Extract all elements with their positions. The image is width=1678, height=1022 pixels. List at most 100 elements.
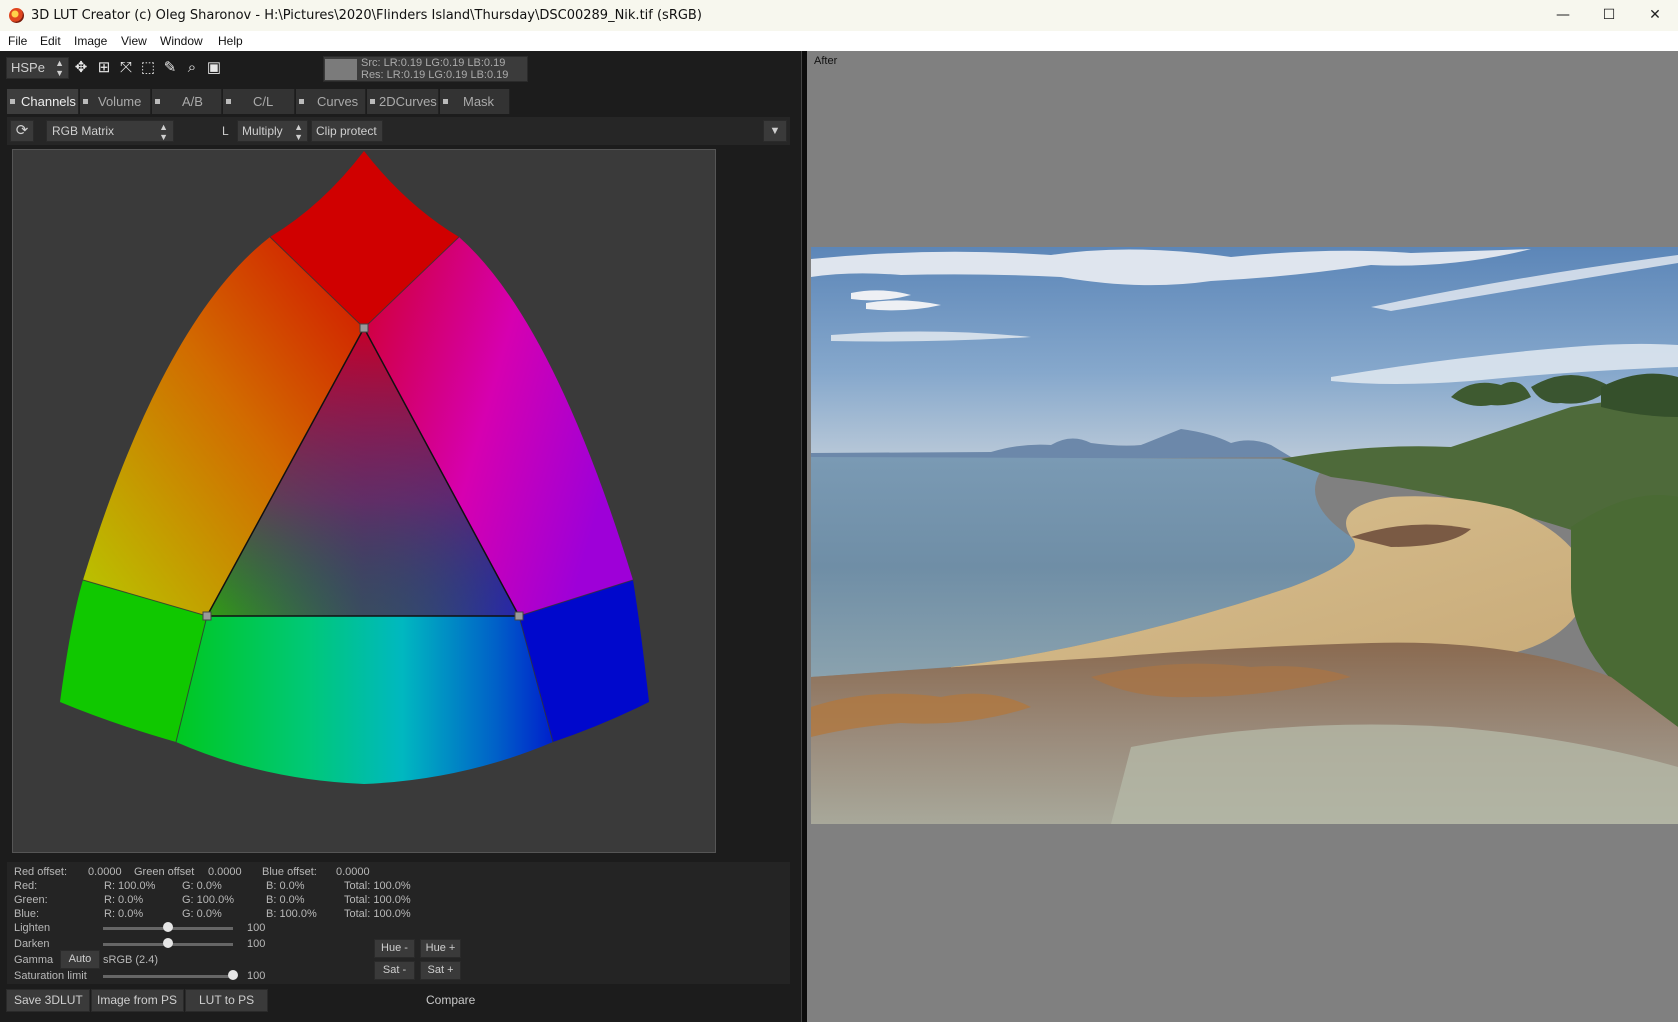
lighten-value: 100 [247, 922, 266, 934]
darken-value: 100 [247, 938, 266, 950]
blend-select[interactable]: Multiply ▲ ▼ [237, 120, 308, 142]
gamma-auto-button[interactable]: Auto [60, 950, 100, 969]
green-row-g: G: 100.0% [182, 894, 234, 906]
color-readout: Src: LR:0.19 LG:0.19 LB:0.19 Res: LR:0.1… [323, 56, 528, 82]
tab-ab-label: A/B [182, 94, 203, 109]
sat-minus-button[interactable]: Sat - [374, 961, 415, 980]
mode-select[interactable]: HSPe ▲ ▼ [6, 57, 69, 79]
lighten-slider-knob[interactable] [163, 922, 173, 932]
blue-row-total: Total: 100.0% [344, 908, 411, 920]
tab-mask-label: Mask [463, 94, 495, 109]
mode-select-value: HSPe [11, 60, 45, 75]
matrix-select[interactable]: RGB Matrix ▲ ▼ [46, 120, 174, 142]
menu-view[interactable]: View [121, 34, 147, 48]
blue-row-label: Blue: [14, 908, 40, 920]
darken-label: Darken [14, 938, 50, 950]
tab-2dcurves[interactable]: 2DCurves [367, 89, 439, 114]
tab-indicator [299, 99, 304, 104]
tab-indicator [370, 99, 375, 104]
image-from-ps-button[interactable]: Image from PS [91, 989, 184, 1012]
tab-ab[interactable]: A/B [152, 89, 222, 114]
menu-image[interactable]: Image [74, 34, 107, 48]
tab-cl[interactable]: C/L [223, 89, 295, 114]
tab-volume[interactable]: Volume [80, 89, 151, 114]
green-row-total: Total: 100.0% [344, 894, 411, 906]
green-row-b: B: 0.0% [266, 894, 305, 906]
close-button[interactable]: ✕ [1632, 0, 1678, 31]
lighten-label: Lighten [14, 922, 51, 934]
selection-icon[interactable]: ⬚ [139, 57, 157, 79]
fit-icon[interactable]: ⊞ [95, 57, 113, 79]
sat-plus-button[interactable]: Sat + [420, 961, 461, 980]
src-readout: Src: LR:0.19 LG:0.19 LB:0.19 [361, 57, 506, 69]
saturation-limit-value: 100 [247, 970, 266, 982]
blend-select-value: Multiply [242, 124, 283, 138]
move-icon[interactable]: ✥ [72, 57, 90, 79]
blue-row-b: B: 100.0% [266, 908, 317, 920]
zoom-icon[interactable]: ⌕ [183, 57, 201, 79]
gamma-label: Gamma [14, 954, 54, 966]
blue-handle[interactable] [514, 611, 524, 621]
gamma-value: sRGB (2.4) [103, 954, 159, 966]
eyedropper-icon[interactable]: ✎ [161, 57, 179, 79]
red-offset-value[interactable]: 0.0000 [88, 866, 122, 878]
saturation-limit-slider[interactable] [103, 975, 233, 978]
minimize-button[interactable]: — [1540, 0, 1586, 31]
hue-plus-button[interactable]: Hue + [420, 939, 461, 958]
green-handle[interactable] [202, 611, 212, 621]
select-arrows-icon: ▲ ▼ [294, 122, 303, 142]
menu-window[interactable]: Window [160, 34, 203, 48]
hue-minus-button[interactable]: Hue - [374, 939, 415, 958]
tab-mask[interactable]: Mask [440, 89, 510, 114]
menu-help[interactable]: Help [218, 34, 243, 48]
window-title: 3D LUT Creator (c) Oleg Sharonov - H:\Pi… [31, 8, 702, 23]
red-row-total: Total: 100.0% [344, 880, 411, 892]
title-bar: 3D LUT Creator (c) Oleg Sharonov - H:\Pi… [0, 0, 1678, 31]
dropdown-icon[interactable]: ▼ [763, 120, 787, 142]
tab-indicator [83, 99, 88, 104]
red-offset-label: Red offset: [14, 866, 67, 878]
compare-button[interactable]: Compare [426, 993, 475, 1007]
channel-canvas[interactable] [12, 149, 716, 853]
frame-icon[interactable]: ▣ [205, 57, 223, 79]
bottom-cyan-region [176, 616, 553, 784]
blue-offset-label: Blue offset: [262, 866, 317, 878]
maximize-button[interactable]: ☐ [1586, 0, 1632, 31]
menu-edit[interactable]: Edit [40, 34, 61, 48]
blue-row-g: G: 0.0% [182, 908, 222, 920]
tab-indicator [226, 99, 231, 104]
green-offset-value[interactable]: 0.0000 [208, 866, 242, 878]
collapse-icon[interactable]: ⤧ [117, 57, 135, 79]
matrix-select-value: RGB Matrix [52, 124, 115, 138]
menu-bar: File Edit Image View Window Help [0, 31, 1678, 51]
app-logo-icon [9, 8, 24, 23]
green-offset-label: Green offset [134, 866, 195, 878]
darken-slider-knob[interactable] [163, 938, 173, 948]
reset-icon[interactable]: ⟳ [10, 120, 34, 142]
lut-to-ps-button[interactable]: LUT to PS [185, 989, 268, 1012]
saturation-limit-label: Saturation limit [14, 970, 87, 982]
saturation-limit-knob[interactable] [228, 970, 238, 980]
green-row-label: Green: [14, 894, 48, 906]
blue-offset-value[interactable]: 0.0000 [336, 866, 370, 878]
menu-file[interactable]: File [8, 34, 27, 48]
select-arrows-icon: ▲ ▼ [55, 58, 64, 78]
red-row-label: Red: [14, 880, 38, 892]
red-row-r: R: 100.0% [104, 880, 156, 892]
tab-channels-label: Channels [21, 94, 76, 109]
tab-curves-label: Curves [317, 94, 359, 109]
save-3dlut-button[interactable]: Save 3DLUT [6, 989, 90, 1012]
after-label: After [814, 55, 838, 67]
tab-curves[interactable]: Curves [296, 89, 366, 114]
preview-image[interactable] [811, 247, 1678, 824]
red-handle[interactable] [359, 323, 369, 333]
tab-indicator [155, 99, 160, 104]
tab-channels[interactable]: Channels [7, 89, 79, 114]
res-readout: Res: LR:0.19 LG:0.19 LB:0.19 [361, 69, 509, 81]
tab-volume-label: Volume [98, 94, 142, 109]
color-swatch [325, 59, 357, 80]
rgb-matrix-diagram[interactable] [13, 150, 715, 852]
clip-protect-button[interactable]: Clip protect [311, 120, 383, 142]
green-row-r: R: 0.0% [104, 894, 144, 906]
l-label: L [222, 124, 229, 138]
